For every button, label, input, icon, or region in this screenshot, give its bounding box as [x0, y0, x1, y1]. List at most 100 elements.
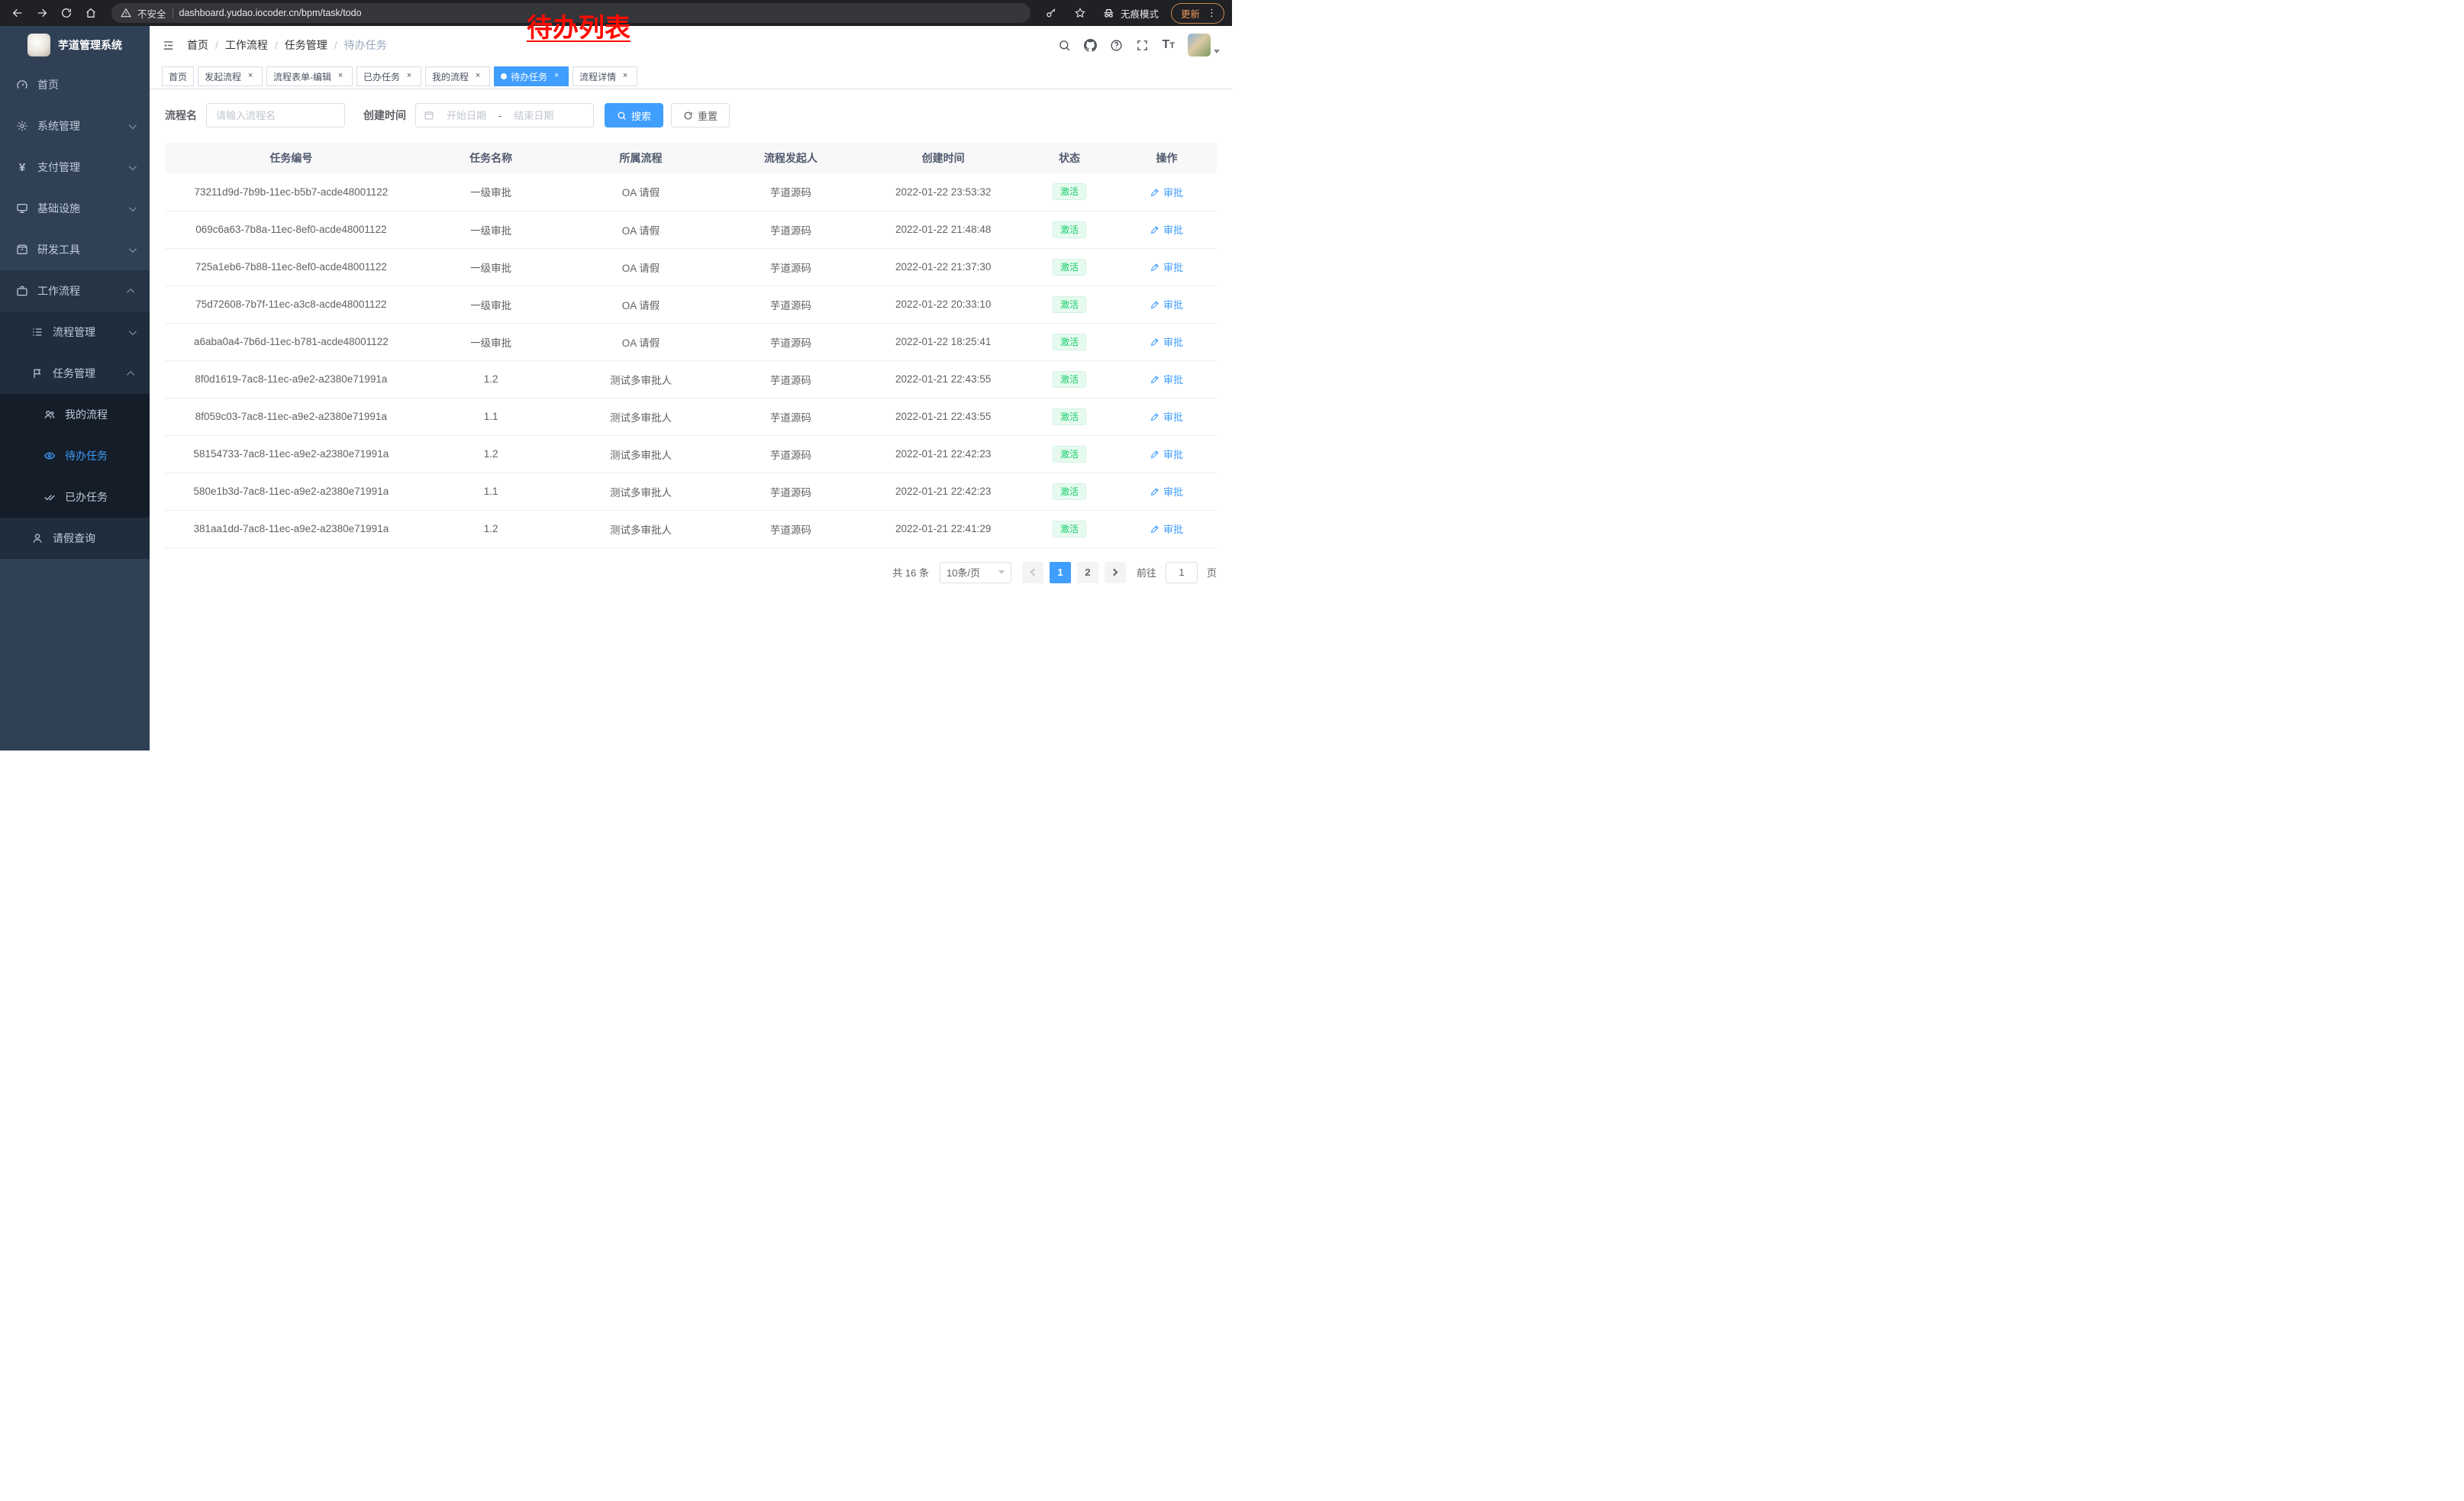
next-page-button[interactable] [1105, 562, 1126, 583]
help-icon[interactable] [1110, 39, 1123, 52]
sidebar-item-my-processes[interactable]: 我的流程 [0, 394, 150, 435]
fullscreen-icon[interactable] [1136, 39, 1149, 52]
user-menu[interactable] [1188, 34, 1220, 56]
task-id-cell: 381aa1dd-7ac8-11ec-a9e2-a2380e71991a [165, 510, 418, 547]
breadcrumb-item[interactable]: 任务管理 [285, 37, 327, 53]
reset-button-label: 重置 [698, 108, 718, 123]
content: 首页 / 工作流程 / 任务管理 / 待办任务 TT [150, 26, 1232, 750]
tab-form-edit[interactable]: 流程表单-编辑× [266, 66, 353, 86]
action-cell: 审批 [1117, 248, 1217, 286]
approve-link[interactable]: 审批 [1150, 409, 1183, 424]
approve-link[interactable]: 审批 [1150, 222, 1183, 237]
approve-link[interactable]: 审批 [1150, 334, 1183, 349]
process-name-input[interactable] [206, 103, 345, 128]
search-icon[interactable] [1058, 39, 1071, 52]
font-size-icon[interactable]: TT [1162, 39, 1175, 51]
user-avatar[interactable] [1188, 34, 1211, 56]
browser-menu-icon[interactable]: ⋮ [1207, 7, 1217, 19]
create-time-cell: 2022-01-21 22:41:29 [864, 510, 1022, 547]
end-date-input[interactable] [505, 110, 563, 121]
app-logo-row[interactable]: 芋道管理系统 [0, 26, 150, 64]
sidebar-item-workflow[interactable]: 工作流程 [0, 270, 150, 311]
process-cell: OA 请假 [565, 323, 718, 360]
breadcrumb-item[interactable]: 工作流程 [225, 37, 268, 53]
sidebar-item-payment[interactable]: ¥ 支付管理 [0, 147, 150, 188]
close-icon[interactable]: × [620, 71, 631, 82]
incognito-icon [1102, 7, 1115, 20]
incognito-badge: 无痕模式 [1102, 6, 1159, 21]
status-cell: 激活 [1022, 211, 1117, 248]
browser-forward-button[interactable] [32, 3, 52, 23]
key-icon[interactable] [1041, 3, 1061, 23]
action-cell: 审批 [1117, 323, 1217, 360]
yen-icon: ¥ [15, 161, 29, 174]
search-button[interactable]: 搜索 [605, 103, 663, 128]
page-size-select[interactable]: 10条/页 [940, 562, 1011, 583]
approve-link[interactable]: 审批 [1150, 185, 1183, 199]
initiator-cell: 芋道源码 [717, 211, 864, 248]
url-text[interactable]: dashboard.yudao.iocoder.cn/bpm/task/todo [179, 8, 362, 18]
sidebar-item-done-tasks[interactable]: 已办任务 [0, 476, 150, 518]
sidebar-item-devtools[interactable]: 研发工具 [0, 229, 150, 270]
dashboard-icon [15, 79, 29, 91]
approve-link[interactable]: 审批 [1150, 484, 1183, 499]
status-cell: 激活 [1022, 286, 1117, 323]
initiator-cell: 芋道源码 [717, 398, 864, 435]
tab-my-processes[interactable]: 我的流程× [425, 66, 490, 86]
chevron-down-icon [129, 245, 137, 253]
approve-link[interactable]: 审批 [1150, 447, 1183, 461]
close-icon[interactable]: × [404, 71, 414, 82]
tab-start-process[interactable]: 发起流程× [198, 66, 263, 86]
reset-button[interactable]: 重置 [671, 103, 730, 128]
page-number-1[interactable]: 1 [1050, 562, 1071, 583]
prev-page-button[interactable] [1022, 562, 1043, 583]
sidebar-item-leave-query[interactable]: 请假查询 [0, 518, 150, 559]
sidebar-item-label: 首页 [37, 77, 59, 92]
security-label[interactable]: 不安全 [137, 6, 166, 21]
tab-process-detail[interactable]: 流程详情× [572, 66, 637, 86]
create-time-cell: 2022-01-21 22:42:23 [864, 473, 1022, 510]
sidebar-item-label: 请假查询 [53, 531, 95, 546]
approve-link[interactable]: 审批 [1150, 521, 1183, 536]
close-icon[interactable]: × [472, 71, 483, 82]
close-icon[interactable]: × [245, 71, 256, 82]
approve-link[interactable]: 审批 [1150, 260, 1183, 274]
sidebar-fold-icon[interactable] [162, 39, 175, 52]
start-date-input[interactable] [437, 110, 495, 121]
browser-home-button[interactable] [81, 3, 101, 23]
approve-link[interactable]: 审批 [1150, 372, 1183, 386]
page-number-2[interactable]: 2 [1077, 562, 1098, 583]
browser-reload-button[interactable] [56, 3, 76, 23]
sidebar-item-home[interactable]: 首页 [0, 64, 150, 105]
close-icon[interactable]: × [551, 71, 562, 82]
close-icon[interactable]: × [335, 71, 346, 82]
browser-back-button[interactable] [8, 3, 27, 23]
approve-link[interactable]: 审批 [1150, 297, 1183, 311]
sidebar-item-todo-tasks[interactable]: 待办任务 [0, 435, 150, 476]
chevron-right-icon [1111, 569, 1118, 576]
sidebar-item-task-management[interactable]: 任务管理 [0, 353, 150, 394]
date-range-picker[interactable]: - [415, 103, 594, 128]
process-cell: OA 请假 [565, 248, 718, 286]
sidebar-item-process-management[interactable]: 流程管理 [0, 311, 150, 353]
goto-page-input[interactable] [1166, 562, 1198, 583]
update-button[interactable]: 更新 ⋮ [1171, 3, 1224, 24]
tab-todo-tasks[interactable]: 待办任务 × [494, 66, 569, 86]
initiator-cell: 芋道源码 [717, 248, 864, 286]
action-cell: 审批 [1117, 360, 1217, 398]
page-size-value: 10条/页 [947, 565, 980, 579]
breadcrumb-item[interactable]: 首页 [187, 37, 208, 53]
tab-done-tasks[interactable]: 已办任务× [356, 66, 421, 86]
github-icon[interactable] [1084, 39, 1097, 52]
create-time-label: 创建时间 [363, 108, 406, 123]
bookmark-star-icon[interactable] [1070, 3, 1090, 23]
sidebar-item-system[interactable]: 系统管理 [0, 105, 150, 147]
main-panel: 流程名 创建时间 - 搜索 重置 [150, 89, 1232, 750]
status-badge: 激活 [1053, 183, 1086, 200]
chevron-down-icon [998, 570, 1005, 574]
pagination: 共 16 条 10条/页 1 2 前往 页 [165, 562, 1217, 583]
pagination-total: 共 16 条 [892, 565, 929, 579]
tab-label: 待办任务 [511, 70, 547, 83]
sidebar-item-infrastructure[interactable]: 基础设施 [0, 188, 150, 229]
tab-home[interactable]: 首页 [162, 66, 194, 86]
